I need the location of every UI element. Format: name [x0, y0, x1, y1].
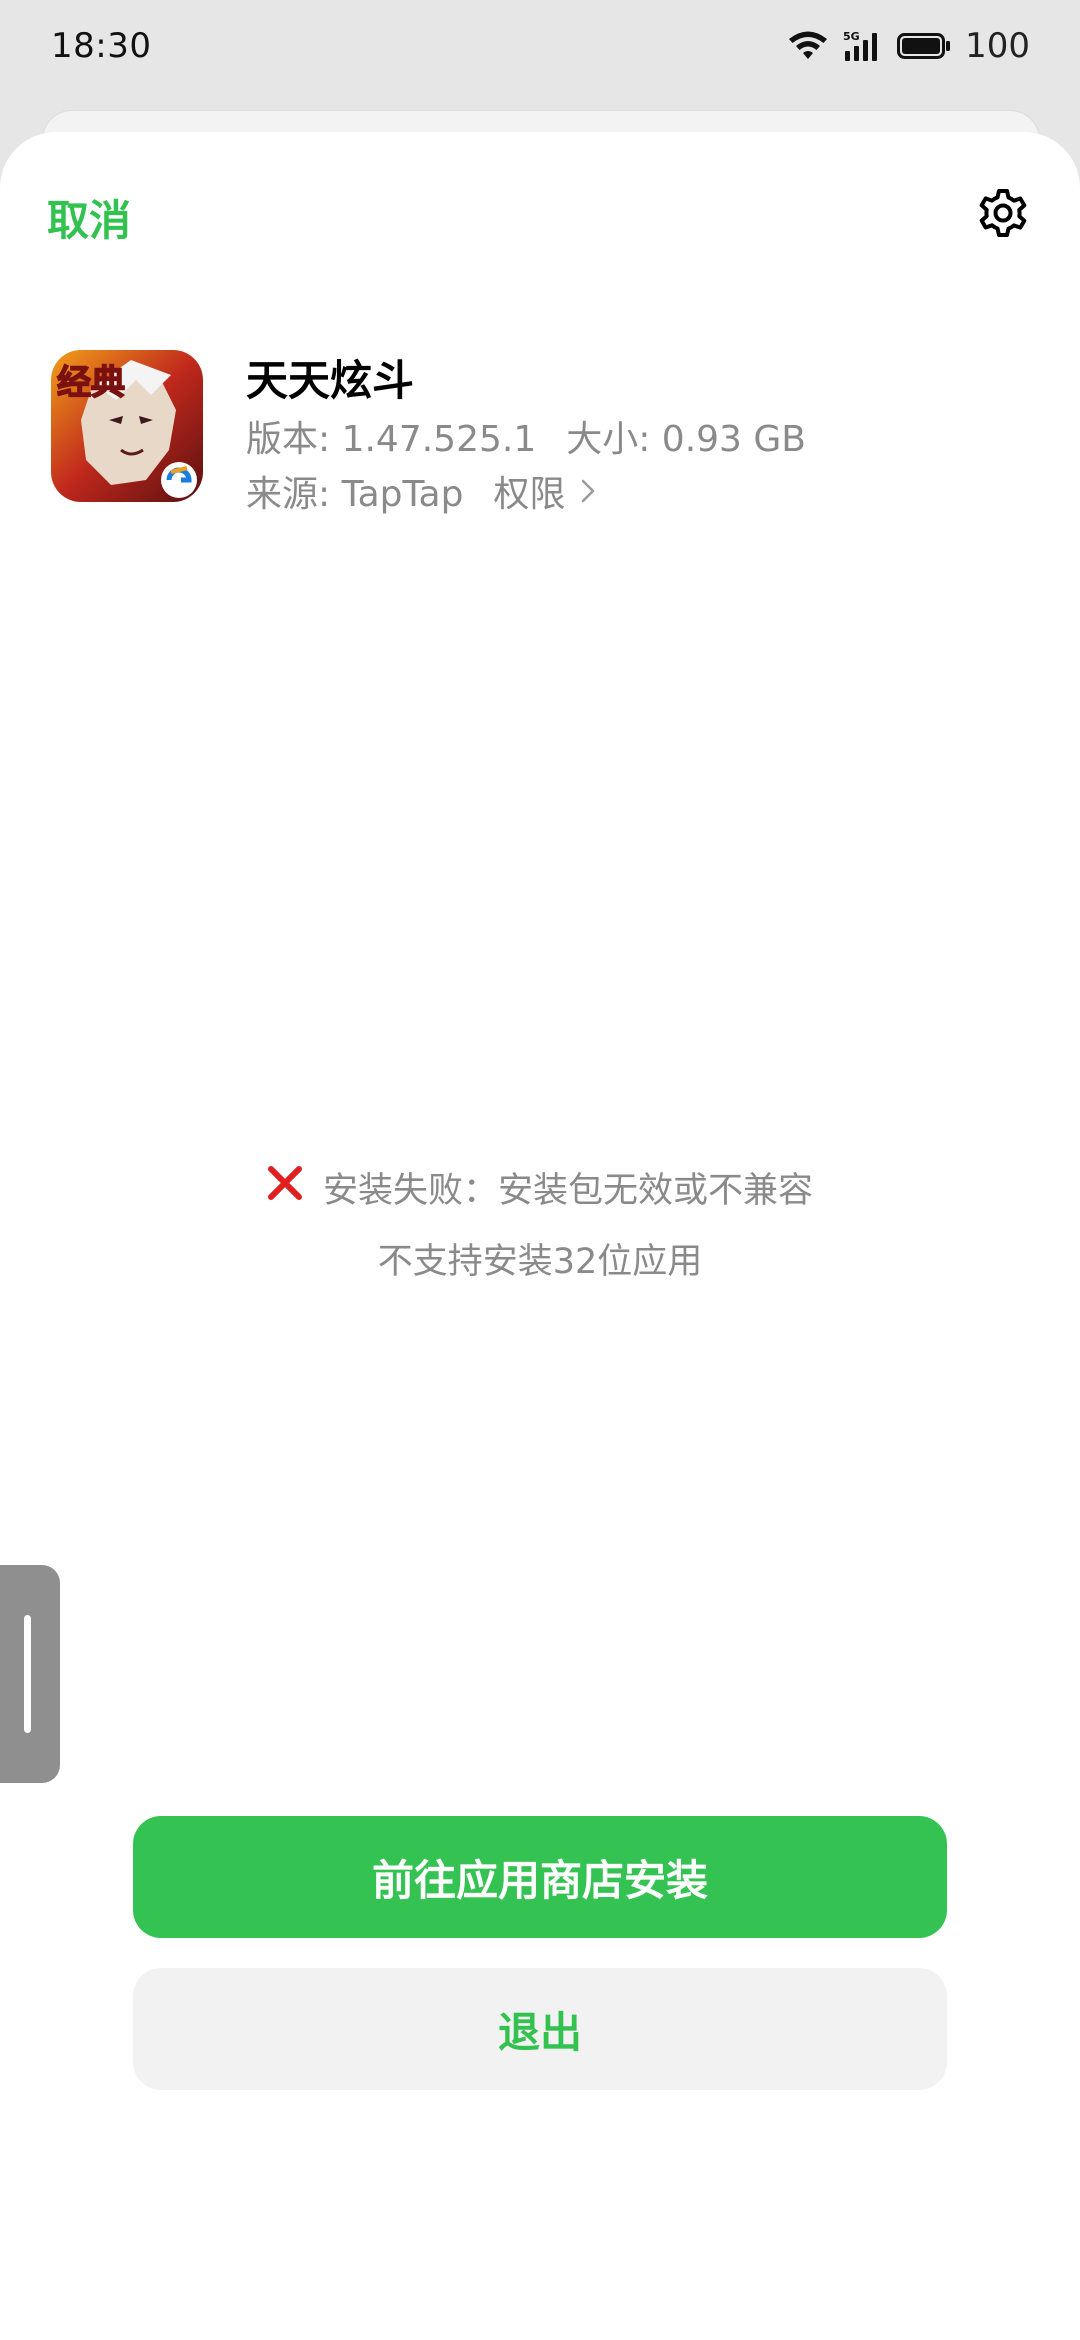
error-detail: 不支持安装32位应用	[377, 1242, 703, 1282]
status-icons: 5G 100	[787, 22, 1030, 70]
gear-icon[interactable]	[974, 184, 1032, 242]
app-name: 天天炫斗	[246, 356, 415, 405]
install-error: 安装失败：安装包无效或不兼容 不支持安装32位应用	[0, 1162, 1080, 1284]
chevron-right-icon	[581, 471, 595, 512]
go-to-app-store-button[interactable]: 前往应用商店安装	[133, 1816, 947, 1938]
permissions-link[interactable]: 权限	[493, 465, 595, 517]
error-x-icon	[267, 1165, 303, 1210]
cancel-button[interactable]: 取消	[47, 187, 131, 248]
status-bar: 18:30 5G 100	[0, 0, 1080, 95]
battery-icon	[897, 31, 951, 61]
app-version: 版本: 1.47.525.1	[246, 419, 537, 460]
side-handle-bar	[24, 1615, 31, 1733]
network-label: 5G	[843, 30, 860, 43]
side-drawer-handle[interactable]	[0, 1565, 60, 1783]
signal-5g-icon: 5G	[843, 29, 883, 63]
installer-screen: 18:30 5G 100 取消 经典 天天炫斗 版本: 1.47.525.1 大…	[0, 0, 1080, 2340]
app-version-size-row: 版本: 1.47.525.1 大小: 0.93 GB	[246, 410, 806, 462]
permissions-label: 权限	[493, 474, 566, 515]
app-source-row: 来源: TapTap 权限	[246, 465, 595, 517]
exit-button[interactable]: 退出	[133, 1968, 947, 2090]
status-time: 18:30	[51, 26, 152, 66]
app-size: 大小: 0.93 GB	[566, 419, 807, 460]
error-message: 安装失败：安装包无效或不兼容	[322, 1171, 813, 1211]
battery-level: 100	[965, 26, 1030, 66]
app-icon: 经典	[51, 350, 203, 502]
error-line-1: 安装失败：安装包无效或不兼容	[0, 1162, 1080, 1213]
wifi-icon	[787, 29, 829, 63]
app-icon-badge: 经典	[57, 363, 125, 403]
app-source: 来源: TapTap	[246, 474, 464, 515]
